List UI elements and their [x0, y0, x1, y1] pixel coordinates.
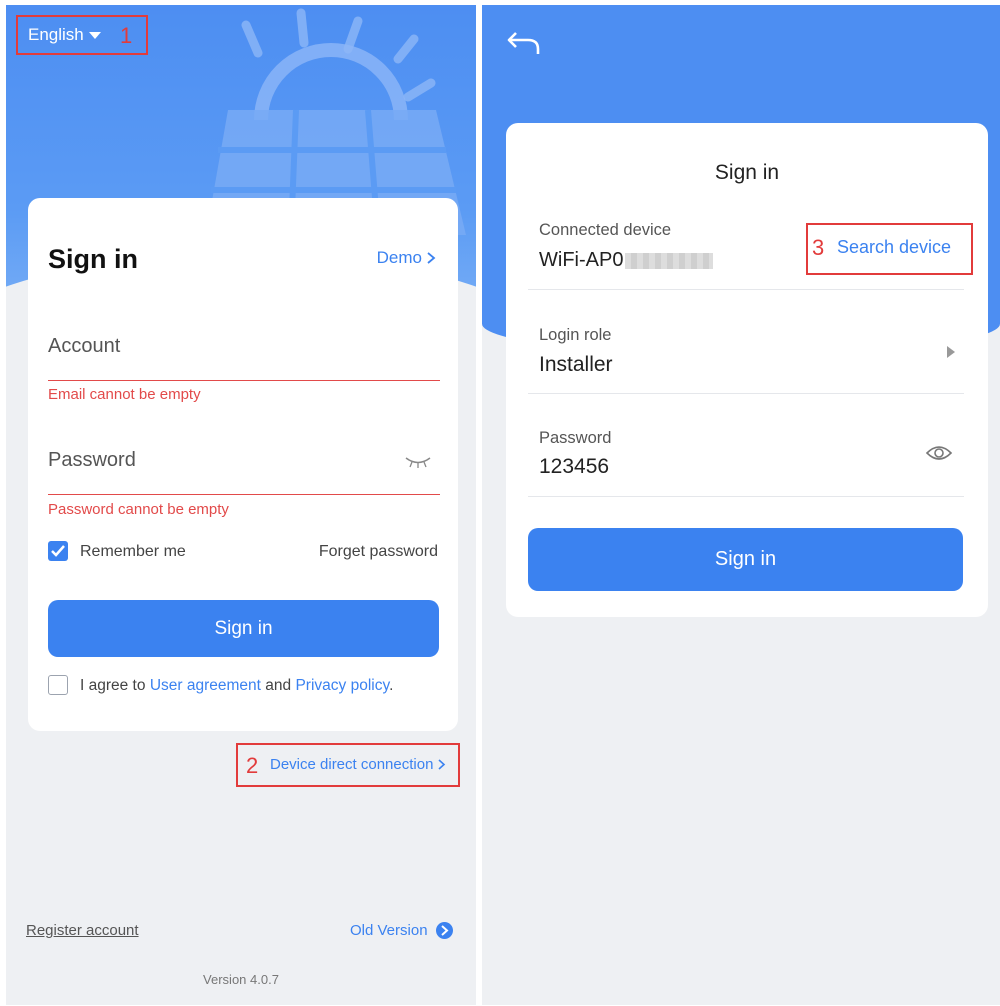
- connected-device-label: Connected device: [539, 221, 672, 239]
- arrow-right-circle-icon: [435, 922, 453, 939]
- login-role-select[interactable]: Installer: [539, 353, 613, 377]
- password-underline: [48, 494, 440, 495]
- divider-1: [528, 289, 964, 290]
- and-text: and: [265, 677, 292, 694]
- header-bar: [482, 5, 1000, 100]
- demo-link[interactable]: Demo: [377, 248, 436, 268]
- annotation-number-2: 2: [246, 753, 259, 778]
- account-input[interactable]: Account: [48, 335, 120, 358]
- annotation-number-1: 1: [120, 23, 133, 48]
- sign-in-button[interactable]: Sign in: [48, 600, 439, 657]
- version-text: Version 4.0.7: [203, 972, 279, 987]
- triangle-right-icon[interactable]: [947, 346, 955, 358]
- remember-checkbox[interactable]: [48, 541, 68, 561]
- privacy-policy-link[interactable]: Privacy policy: [295, 677, 389, 694]
- remember-label: Remember me: [80, 543, 186, 560]
- eye-icon[interactable]: [925, 443, 953, 463]
- sign-in-title: Sign in: [48, 244, 138, 274]
- back-arrow-icon[interactable]: [506, 27, 542, 57]
- login-screen: English 1 Sign in Demo Account Email can…: [6, 5, 476, 1005]
- connected-device-value: WiFi-AP0: [539, 249, 714, 272]
- annotation-number-3: 3: [812, 235, 825, 260]
- login-role-label: Login role: [539, 326, 612, 344]
- device-ssid: WiFi-AP0: [539, 249, 624, 271]
- closed-eye-icon[interactable]: [404, 455, 432, 469]
- old-version-link[interactable]: Old Version: [350, 922, 453, 939]
- agree-checkbox[interactable]: [48, 675, 68, 695]
- user-agreement-link[interactable]: User agreement: [150, 677, 261, 694]
- password-label: Password: [539, 429, 612, 447]
- forget-password-link[interactable]: Forget password: [319, 543, 438, 561]
- password-input[interactable]: Password: [48, 449, 136, 472]
- divider-3: [528, 496, 964, 497]
- device-sign-in-card: Sign in Connected device WiFi-AP0 Search…: [506, 123, 988, 617]
- agree-suffix: .: [389, 677, 394, 694]
- password-field[interactable]: 123456: [539, 455, 609, 479]
- divider-2: [528, 393, 964, 394]
- password-error: Password cannot be empty: [48, 501, 229, 518]
- sign-in-card: Sign in Demo Account Email cannot be emp…: [28, 198, 458, 731]
- chevron-right-icon: [427, 252, 436, 264]
- redacted-ssid: [625, 252, 714, 269]
- register-account-link[interactable]: Register account: [26, 922, 139, 939]
- agree-prefix: I agree to: [80, 677, 146, 694]
- old-version-label: Old Version: [350, 922, 428, 939]
- agreement-text: I agree to User agreement and Privacy po…: [80, 677, 393, 695]
- check-icon: [51, 545, 65, 557]
- annotation-box-2: [236, 743, 460, 787]
- direct-connection-screen: Sign in Connected device WiFi-AP0 Search…: [482, 5, 1000, 1005]
- card-title: Sign in: [714, 161, 780, 184]
- demo-label: Demo: [376, 248, 422, 267]
- device-sign-in-button[interactable]: Sign in: [528, 528, 963, 591]
- annotation-box-3: [806, 223, 973, 275]
- account-underline: [48, 380, 440, 381]
- account-error: Email cannot be empty: [48, 386, 201, 403]
